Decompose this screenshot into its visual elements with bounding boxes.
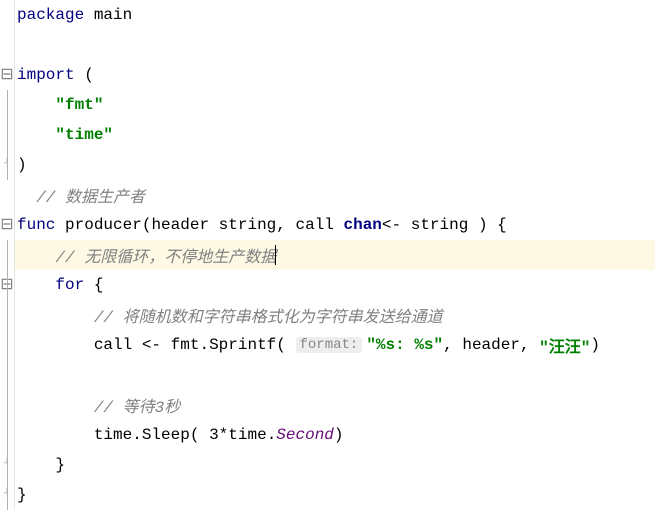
code-line[interactable]: package main	[15, 0, 655, 30]
code-editor: ⊟ ┘ ⊟ ⊟ ┘ ┘ package main import ( "fmt" …	[0, 0, 655, 509]
gutter-row	[0, 180, 14, 210]
type: string	[219, 216, 277, 234]
param-hint: format:	[296, 337, 363, 353]
paren: )	[590, 336, 600, 354]
code-line[interactable]: }	[15, 480, 655, 510]
comma: ,	[443, 336, 453, 354]
dot: .	[267, 426, 277, 444]
code-line[interactable]: "time"	[15, 120, 655, 150]
keyword: func	[17, 216, 55, 234]
code-line[interactable]: for {	[15, 270, 655, 300]
comment: // 等待3秒	[94, 393, 180, 417]
code-line[interactable]: "fmt"	[15, 90, 655, 120]
code-area[interactable]: package main import ( "fmt" "time" ) // …	[15, 0, 655, 509]
keyword: package	[17, 6, 84, 24]
code-line[interactable]: }	[15, 450, 655, 480]
paren: (	[84, 66, 94, 84]
comment: // 数据生产者	[36, 183, 145, 207]
paren: (	[276, 336, 286, 354]
comment: // 无限循环，不停地生产数据	[55, 243, 276, 267]
operator: *	[219, 426, 229, 444]
brace: {	[94, 276, 104, 294]
brace: {	[497, 216, 507, 234]
paren: )	[478, 216, 488, 234]
code-line[interactable]: )	[15, 150, 655, 180]
fold-icon[interactable]: ⊟	[0, 67, 13, 83]
gutter-row: ⊟	[0, 60, 14, 90]
keyword: for	[55, 276, 84, 294]
identifier: time	[94, 426, 132, 444]
keyword: chan	[344, 216, 382, 234]
identifier: header	[462, 336, 520, 354]
dot: .	[132, 426, 142, 444]
param: header	[151, 216, 209, 234]
func-call: Sleep	[142, 426, 190, 444]
type: string	[411, 216, 469, 234]
code-line[interactable]: // 将随机数和字符串格式化为字符串发送给通道	[15, 300, 655, 330]
arrow: <-	[382, 216, 401, 234]
paren: (	[142, 216, 152, 234]
code-line[interactable]: import (	[15, 60, 655, 90]
identifier: main	[94, 6, 132, 24]
string-literal: "%s: %s"	[366, 336, 443, 354]
string-literal: "汪汪"	[539, 333, 590, 357]
paren: )	[334, 426, 344, 444]
paren: (	[190, 426, 200, 444]
code-line-current[interactable]: // 无限循环，不停地生产数据	[15, 240, 655, 270]
caret-icon	[275, 245, 276, 265]
comma: ,	[276, 216, 286, 234]
identifier: fmt	[171, 336, 200, 354]
code-line[interactable]: // 数据生产者	[15, 180, 655, 210]
arrow: <-	[142, 336, 161, 354]
string-literal: "fmt"	[55, 96, 103, 114]
code-line[interactable]: // 等待3秒	[15, 390, 655, 420]
keyword: import	[17, 66, 75, 84]
gutter-row	[0, 0, 14, 30]
dot: .	[199, 336, 209, 354]
fold-icon[interactable]: ⊟	[0, 217, 13, 233]
comma: ,	[520, 336, 530, 354]
code-line[interactable]: call <- fmt.Sprintf( format:"%s: %s", he…	[15, 330, 655, 360]
func-call: Sprintf	[209, 336, 276, 354]
brace: }	[17, 486, 27, 504]
gutter-row	[0, 30, 14, 60]
brace: }	[55, 456, 65, 474]
code-line[interactable]	[15, 30, 655, 60]
code-line[interactable]: time.Sleep( 3*time.Second)	[15, 420, 655, 450]
identifier: time	[228, 426, 266, 444]
constant: Second	[276, 426, 334, 444]
comment: // 将随机数和字符串格式化为字符串发送给通道	[94, 303, 443, 327]
number: 3	[209, 426, 219, 444]
paren: )	[17, 156, 27, 174]
code-line[interactable]	[15, 360, 655, 390]
string-literal: "time"	[55, 126, 113, 144]
code-line[interactable]: func producer(header string, call chan<-…	[15, 210, 655, 240]
gutter-row: ⊟	[0, 210, 14, 240]
gutter: ⊟ ┘ ⊟ ⊟ ┘ ┘	[0, 0, 15, 509]
identifier: call	[94, 336, 132, 354]
param: call	[295, 216, 333, 234]
func-name: producer	[65, 216, 142, 234]
